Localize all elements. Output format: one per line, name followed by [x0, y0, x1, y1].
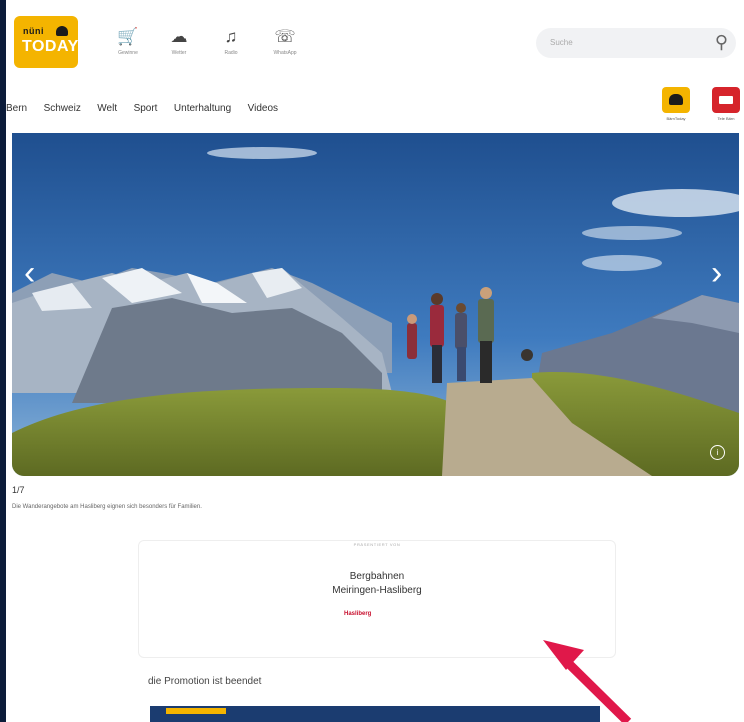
nav-item-bern[interactable]: Bern	[6, 103, 27, 114]
sponsor-logo: Hasliberg	[344, 611, 372, 617]
cloud-icon: ☁	[170, 27, 188, 46]
badge-telebaern[interactable]: Tele Bärn	[712, 87, 740, 121]
page: nüni TODAY 🛒 Gewinne ☁ Wetter ♫ Radio ☏ …	[6, 0, 744, 722]
nav-item-schweiz[interactable]: Schweiz	[44, 103, 81, 114]
presented-by-label: PRÄSENTIERT VON	[353, 542, 401, 547]
telebaern-icon	[719, 96, 733, 104]
nav-item-unterhaltung[interactable]: Unterhaltung	[174, 103, 231, 114]
header-link-label: WhatsApp	[273, 50, 297, 56]
badge-label: Tele Bärn	[717, 116, 735, 121]
cart-icon: 🛒	[117, 27, 139, 46]
mountain-photo	[12, 133, 739, 476]
logo-mark	[56, 26, 68, 36]
baerntoday-icon	[669, 94, 683, 105]
sponsor-name-line2: Meiringen-Hasliberg	[332, 585, 422, 596]
chevron-left-icon[interactable]: ‹	[24, 256, 35, 290]
logo-top-text: nüni	[23, 26, 44, 36]
sponsor-box[interactable]: PRÄSENTIERT VON Bergbahnen Meiringen-Has…	[138, 540, 616, 658]
header-link-label: Radio	[224, 50, 238, 56]
search-input[interactable]: Suche ⚲	[536, 28, 736, 58]
gallery-caption: Die Wanderangebote am Hasliberg eignen s…	[12, 504, 202, 510]
header-link-whatsapp[interactable]: ☏ WhatsApp	[260, 27, 310, 57]
header-link-label: Gewinne	[118, 50, 138, 56]
nav-item-sport[interactable]: Sport	[134, 103, 158, 114]
badge-baerntoday[interactable]: BärnToday	[662, 87, 690, 121]
header-link-radio[interactable]: ♫ Radio	[206, 27, 256, 57]
main-nav: Bern Schweiz Welt Sport Unterhaltung Vid…	[6, 98, 290, 118]
chevron-right-icon[interactable]: ›	[711, 256, 722, 290]
header-link-wetter[interactable]: ☁ Wetter	[154, 27, 204, 57]
banner-strip	[166, 708, 226, 714]
info-icon[interactable]: i	[710, 445, 725, 460]
search-icon[interactable]: ⚲	[715, 32, 728, 53]
sponsor-name-line1: Bergbahnen	[349, 571, 405, 582]
whatsapp-icon: ☏	[274, 27, 296, 46]
music-icon: ♫	[224, 27, 238, 46]
search-placeholder: Suche	[550, 38, 573, 47]
promotion-status: die Promotion ist beendet	[148, 676, 262, 687]
site-logo[interactable]: nüni TODAY	[14, 16, 78, 68]
gallery-image[interactable]	[12, 133, 739, 476]
badge-label: BärnToday	[666, 116, 686, 121]
gallery-counter: 1/7	[12, 485, 25, 495]
header-link-gewinne[interactable]: 🛒 Gewinne	[103, 27, 153, 57]
logo-brand-text: TODAY	[22, 38, 79, 55]
nav-item-welt[interactable]: Welt	[97, 103, 117, 114]
nav-item-videos[interactable]: Videos	[248, 103, 278, 114]
header-link-label: Wetter	[171, 50, 187, 56]
promo-banner-image[interactable]	[150, 706, 600, 722]
